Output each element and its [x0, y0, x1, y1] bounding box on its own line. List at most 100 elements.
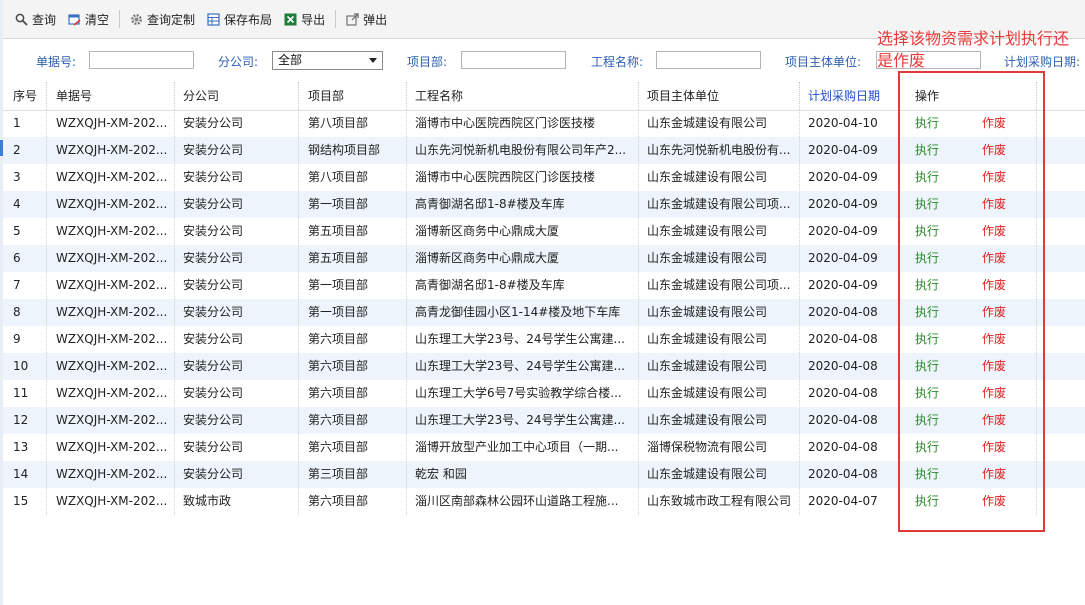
- doc-no-input[interactable]: [89, 51, 194, 69]
- col-plan-date[interactable]: 计划采购日期: [808, 82, 880, 110]
- popup-icon: [346, 12, 359, 26]
- cell-dept: 第六项目部: [308, 332, 369, 346]
- chevron-down-icon: [369, 58, 377, 63]
- cell-plan-date: 2020-04-09: [808, 224, 878, 238]
- cell-seq: 1: [13, 116, 21, 130]
- branch-select[interactable]: 全部: [272, 51, 383, 70]
- cell-doc-no: WZXQJH-XM-202...: [56, 467, 168, 481]
- query-label: 查询: [32, 12, 57, 27]
- cell-dept: 钢结构项目部: [308, 143, 381, 157]
- cell-project: 高青御湖名邸1-8#楼及车库: [415, 197, 565, 211]
- cell-branch: 安装分公司: [183, 359, 244, 373]
- cell-doc-no: WZXQJH-XM-202...: [56, 278, 168, 292]
- col-project[interactable]: 工程名称: [415, 82, 463, 110]
- cell-seq: 8: [13, 305, 21, 319]
- doc-no-label: 单据号:: [36, 55, 77, 69]
- cell-owner: 山东金城建设有限公司项...: [647, 197, 791, 211]
- cell-project: 山东理工大学23号、24号学生公寓建...: [415, 413, 625, 427]
- cell-owner: 山东金城建设有限公司: [647, 467, 768, 481]
- cell-dept: 第一项目部: [308, 278, 369, 292]
- toolbar-separator: [335, 10, 337, 28]
- cell-dept: 第八项目部: [308, 170, 369, 184]
- cell-plan-date: 2020-04-09: [808, 143, 878, 157]
- popup-label: 弹出: [363, 12, 388, 27]
- cell-branch: 安装分公司: [183, 116, 244, 130]
- col-dept[interactable]: 项目部: [308, 82, 344, 110]
- cell-doc-no: WZXQJH-XM-202...: [56, 305, 168, 319]
- cell-owner: 山东金城建设有限公司: [647, 224, 768, 238]
- cell-doc-no: WZXQJH-XM-202...: [56, 440, 168, 454]
- owner-label: 项目主体单位:: [785, 55, 862, 69]
- cell-doc-no: WZXQJH-XM-202...: [56, 332, 168, 346]
- cell-project: 山东理工大学6号7号实验教学综合楼...: [415, 386, 622, 400]
- cell-doc-no: WZXQJH-XM-202...: [56, 494, 168, 508]
- cell-seq: 13: [13, 440, 29, 454]
- cell-seq: 14: [13, 467, 29, 481]
- cell-seq: 9: [13, 332, 21, 346]
- cell-project: 山东先河悦新机电股份有限公司年产2...: [415, 143, 627, 157]
- cell-seq: 5: [13, 224, 21, 238]
- cell-project: 淄川区南部森林公园环山道路工程施...: [415, 494, 619, 508]
- toolbar-separator: [119, 10, 121, 28]
- cell-seq: 15: [13, 494, 29, 508]
- dept-label: 项目部:: [407, 55, 448, 69]
- cell-project: 淄博市中心医院西院区门诊医技楼: [415, 116, 596, 130]
- cell-plan-date: 2020-04-09: [808, 170, 878, 184]
- cell-project: 淄博新区商务中心鼎成大厦: [415, 224, 560, 238]
- clear-label: 清空: [85, 12, 110, 27]
- column-grid-line: [406, 110, 407, 515]
- cell-owner: 山东致城市政工程有限公司: [647, 494, 792, 508]
- cell-project: 淄博市中心医院西院区门诊医技楼: [415, 170, 596, 184]
- cell-branch: 安装分公司: [183, 143, 244, 157]
- cell-seq: 12: [13, 413, 29, 427]
- col-seq[interactable]: 序号: [13, 82, 37, 110]
- cell-owner: 山东金城建设有限公司: [647, 359, 768, 373]
- custom-query-button[interactable]: 查询定制: [124, 7, 201, 31]
- cell-plan-date: 2020-04-08: [808, 305, 878, 319]
- cell-branch: 安装分公司: [183, 197, 244, 211]
- cell-owner: 山东金城建设有限公司: [647, 332, 768, 346]
- cell-project: 山东理工大学23号、24号学生公寓建...: [415, 359, 625, 373]
- cell-seq: 2: [13, 143, 21, 157]
- cell-plan-date: 2020-04-08: [808, 440, 878, 454]
- cell-doc-no: WZXQJH-XM-202...: [56, 413, 168, 427]
- cell-owner: 山东先河悦新机电股份有...: [647, 143, 791, 157]
- col-doc-no[interactable]: 单据号: [56, 82, 92, 110]
- cell-plan-date: 2020-04-08: [808, 386, 878, 400]
- col-divider: [406, 82, 407, 110]
- col-divider: [298, 82, 299, 110]
- cell-plan-date: 2020-04-07: [808, 494, 878, 508]
- cell-doc-no: WZXQJH-XM-202...: [56, 251, 168, 265]
- search-icon: [15, 13, 28, 26]
- save-layout-button[interactable]: 保存布局: [201, 7, 278, 31]
- cell-owner: 淄博保税物流有限公司: [647, 440, 768, 454]
- cell-owner: 山东金城建设有限公司: [647, 251, 768, 265]
- cell-owner: 山东金城建设有限公司: [647, 170, 768, 184]
- clear-button[interactable]: 清空: [62, 7, 115, 31]
- branch-label: 分公司:: [218, 55, 259, 69]
- popup-button[interactable]: 弹出: [340, 7, 393, 31]
- cell-branch: 安装分公司: [183, 251, 244, 265]
- col-branch[interactable]: 分公司: [183, 82, 219, 110]
- cell-branch: 安装分公司: [183, 332, 244, 346]
- gear-icon: [130, 13, 143, 26]
- annotation-text: 选择该物资需求计划执行还是作废: [877, 29, 1070, 70]
- export-button[interactable]: 导出: [278, 7, 331, 31]
- cell-branch: 安装分公司: [183, 170, 244, 184]
- cell-dept: 第三项目部: [308, 467, 369, 481]
- column-grid-line: [799, 110, 800, 515]
- project-input[interactable]: [656, 51, 761, 69]
- col-owner[interactable]: 项目主体单位: [647, 82, 719, 110]
- query-button[interactable]: 查询: [9, 7, 62, 31]
- cell-plan-date: 2020-04-09: [808, 197, 878, 211]
- cell-branch: 安装分公司: [183, 305, 244, 319]
- cell-owner: 山东金城建设有限公司: [647, 386, 768, 400]
- custom-query-label: 查询定制: [147, 12, 196, 27]
- cell-branch: 安装分公司: [183, 278, 244, 292]
- cell-owner: 山东金城建设有限公司: [647, 116, 768, 130]
- cell-seq: 4: [13, 197, 21, 211]
- save-layout-label: 保存布局: [224, 12, 273, 27]
- cell-dept: 第六项目部: [308, 440, 369, 454]
- dept-input[interactable]: [461, 51, 566, 69]
- cell-project: 山东理工大学23号、24号学生公寓建...: [415, 332, 625, 346]
